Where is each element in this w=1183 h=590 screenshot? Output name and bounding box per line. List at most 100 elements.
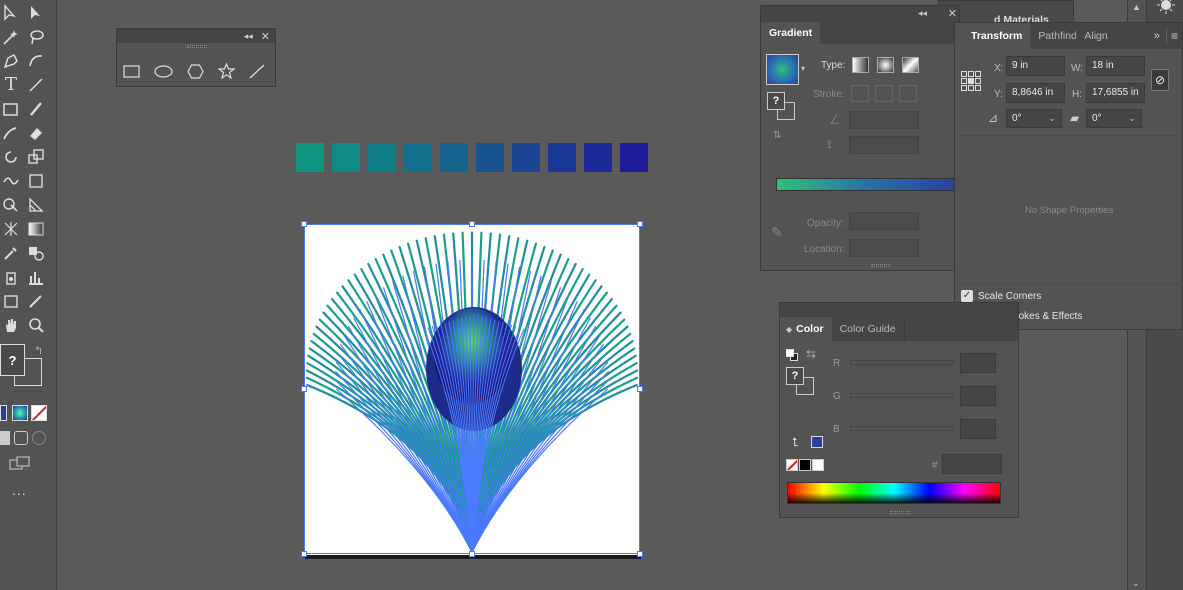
resize-handle-top[interactable] — [469, 221, 475, 227]
collapse-panel-icon[interactable]: ◂◂ — [918, 8, 927, 19]
tab-transform[interactable]: Transform — [955, 23, 1031, 49]
scroll-down-arrow-icon[interactable]: ⌄ — [1132, 578, 1140, 589]
color-mode-color-button[interactable] — [0, 405, 7, 421]
expand-panels-icon[interactable]: » — [1154, 30, 1166, 42]
resize-handle-top-left[interactable] — [301, 221, 307, 227]
black-swatch[interactable] — [799, 459, 811, 471]
reference-point-icon[interactable] — [961, 71, 981, 91]
brightness-icon[interactable] — [1157, 0, 1175, 14]
type-tool-icon[interactable]: T — [0, 74, 22, 96]
artboard-tool-icon[interactable] — [0, 290, 22, 312]
gradient-dropdown-arrow-icon[interactable]: ▾ — [801, 64, 805, 73]
mesh-tool-icon[interactable] — [0, 218, 22, 240]
resize-handle-top-right[interactable] — [637, 221, 643, 227]
tab-color-guide[interactable]: Color Guide — [832, 317, 905, 341]
line-shape-icon[interactable] — [249, 64, 265, 79]
tab-color[interactable]: ◆ Color — [780, 317, 832, 341]
panel-options-icon[interactable]: ◆ — [786, 325, 792, 334]
color-swatch[interactable] — [476, 143, 504, 172]
freeform-gradient-button[interactable] — [902, 57, 919, 73]
eyedropper-tool-icon[interactable] — [0, 242, 22, 264]
resize-handle-right[interactable] — [637, 386, 643, 392]
width-field[interactable]: 18 in — [1086, 56, 1145, 76]
default-fill-stroke-icon[interactable] — [786, 349, 798, 361]
panel-grip[interactable] — [871, 264, 891, 267]
hand-tool-icon[interactable] — [0, 314, 22, 336]
symbol-sprayer-tool-icon[interactable] — [0, 266, 22, 288]
draw-inside-icon[interactable] — [32, 431, 46, 445]
column-graph-tool-icon[interactable] — [25, 266, 47, 288]
lasso-tool-icon[interactable] — [25, 26, 47, 48]
line-tool-icon[interactable] — [25, 74, 47, 96]
panel-grip[interactable] — [890, 511, 910, 514]
color-swatch[interactable] — [404, 143, 432, 172]
artboard[interactable] — [304, 224, 640, 555]
edit-toolbar-more-icon[interactable]: ... — [12, 482, 27, 498]
screen-mode-icon[interactable] — [9, 456, 31, 470]
slice-tool-icon[interactable] — [25, 290, 47, 312]
peacock-feather-artwork[interactable] — [304, 224, 640, 555]
color-swatch[interactable] — [440, 143, 468, 172]
eraser-tool-icon[interactable] — [25, 122, 47, 144]
resize-handle-bottom-right[interactable] — [637, 551, 643, 557]
perspective-grid-tool-icon[interactable] — [25, 194, 47, 216]
star-shape-icon[interactable] — [218, 63, 235, 79]
color-swatch[interactable] — [584, 143, 612, 172]
swap-fill-stroke-icon[interactable]: ↰ — [34, 344, 43, 357]
color-swatch[interactable] — [296, 143, 324, 172]
fill-swatch[interactable]: ? — [0, 344, 25, 376]
gradient-thumbnail[interactable] — [766, 54, 799, 85]
direct-selection-tool-icon[interactable] — [0, 2, 22, 24]
color-swatch[interactable] — [368, 143, 396, 172]
tab-pathfinder[interactable]: Pathfinder — [1030, 23, 1076, 49]
height-field[interactable]: 17,6855 in — [1086, 83, 1145, 103]
blend-tool-icon[interactable] — [25, 242, 47, 264]
fill-stroke-proxy[interactable]: ? — [786, 367, 816, 397]
zoom-tool-icon[interactable] — [25, 314, 47, 336]
rotate-tool-icon[interactable] — [0, 146, 22, 168]
resize-handle-left[interactable] — [301, 386, 307, 392]
color-mode-gradient-button[interactable] — [12, 405, 28, 421]
panel-menu-icon[interactable]: ≡ — [1165, 29, 1182, 43]
close-panel-icon[interactable]: ✕ — [948, 7, 957, 20]
color-mode-none-button[interactable] — [31, 405, 47, 421]
close-panel-icon[interactable]: ✕ — [261, 30, 270, 43]
draw-behind-icon[interactable] — [14, 431, 28, 445]
resize-handle-bottom-left[interactable] — [301, 551, 307, 557]
shaper-tool-icon[interactable] — [0, 122, 22, 144]
out-of-gamut-icon[interactable]: ⮤ — [792, 435, 799, 450]
color-spectrum-bar[interactable] — [787, 482, 1001, 504]
free-transform-tool-icon[interactable] — [25, 170, 47, 192]
color-swatch[interactable] — [512, 143, 540, 172]
linear-gradient-button[interactable] — [852, 57, 869, 73]
fill-stroke-widget[interactable]: ? ↰ — [0, 344, 44, 390]
ellipse-shape-icon[interactable] — [154, 64, 173, 78]
gradient-tool-icon[interactable] — [25, 218, 47, 240]
rectangle-tool-icon[interactable] — [0, 98, 22, 120]
paintbrush-tool-icon[interactable] — [25, 98, 47, 120]
color-swatch[interactable] — [620, 143, 648, 172]
shape-builder-tool-icon[interactable] — [0, 194, 22, 216]
swap-fill-stroke-icon[interactable]: ⇆ — [806, 347, 816, 361]
constrain-proportions-link-icon[interactable]: ⊘ — [1151, 69, 1169, 91]
reverse-gradient-icon[interactable]: ⇅ — [773, 130, 781, 141]
radial-gradient-button[interactable] — [877, 57, 894, 73]
color-swatch[interactable] — [548, 143, 576, 172]
rectangle-shape-icon[interactable] — [123, 64, 140, 78]
scale-corners-checkbox[interactable]: ✓ — [961, 290, 973, 302]
selection-tool-icon[interactable] — [25, 2, 47, 24]
y-field[interactable]: 8,8646 in — [1006, 83, 1065, 103]
magic-wand-tool-icon[interactable] — [0, 26, 22, 48]
tab-gradient[interactable]: Gradient — [761, 22, 821, 44]
none-color-swatch[interactable] — [786, 459, 798, 471]
x-field[interactable]: 9 in — [1006, 56, 1065, 76]
in-gamut-swatch[interactable] — [811, 436, 823, 448]
hex-field[interactable] — [942, 454, 1002, 474]
polygon-shape-icon[interactable] — [187, 63, 204, 79]
rotate-dropdown-arrow-icon[interactable]: ⌄ — [1048, 113, 1056, 124]
shear-dropdown-arrow-icon[interactable]: ⌄ — [1128, 113, 1136, 124]
warp-tool-icon[interactable] — [0, 170, 22, 192]
tab-align[interactable]: Align — [1076, 23, 1115, 49]
gradient-slider[interactable] — [776, 178, 961, 191]
collapse-panel-icon[interactable]: ◂◂ — [244, 31, 253, 42]
